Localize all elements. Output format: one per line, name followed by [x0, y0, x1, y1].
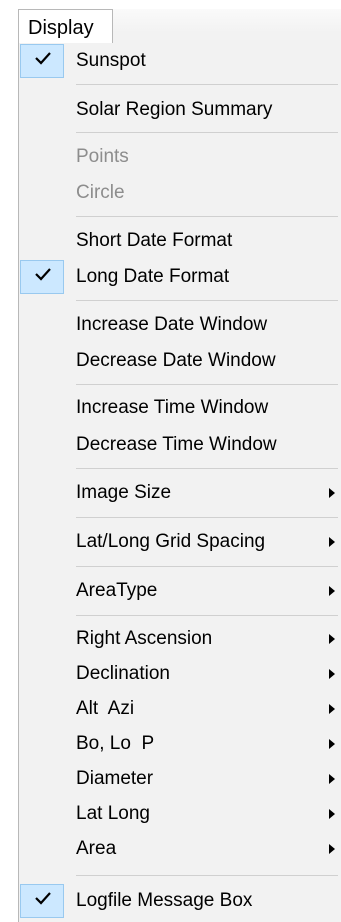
menu-item-area-type[interactable]: AreaType [20, 574, 340, 608]
menu-item-label: Lat Long [76, 803, 150, 824]
menu-item-label: Points [76, 146, 129, 167]
submenu-arrow-icon [329, 844, 335, 854]
app-window: Display Sunspot Solar Region Summary Poi… [0, 0, 341, 922]
menu-separator [76, 300, 338, 301]
menu-item-bo-lo-p[interactable]: Bo, Lo P [20, 727, 340, 761]
menu-separator [76, 517, 338, 518]
menu-item-lat-long-grid-spacing[interactable]: Lat/Long Grid Spacing [20, 525, 340, 559]
menu-item-label: Sunspot [76, 50, 146, 71]
menu-item-diameter[interactable]: Diameter [20, 762, 340, 796]
menu-item-label: Increase Time Window [76, 397, 269, 418]
menu-separator [76, 384, 338, 385]
checkmark-icon [20, 44, 64, 78]
menu-item-label: Area [76, 838, 117, 859]
menu-item-increase-date-window[interactable]: Increase Date Window [20, 308, 340, 342]
menu-item-increase-time-window[interactable]: Increase Time Window [20, 391, 340, 425]
menu-display-tab[interactable]: Display [18, 9, 113, 43]
menu-item-sunspot[interactable]: Sunspot [20, 44, 340, 78]
checkmark-icon [20, 884, 64, 918]
submenu-arrow-icon [329, 669, 335, 679]
menu-item-label: Image Size [76, 482, 172, 503]
submenu-arrow-icon [329, 537, 335, 547]
menu-item-label: Short Date Format [76, 230, 233, 251]
menu-item-label: Long Date Format [76, 266, 230, 287]
menu-item-label: Logfile Message Box [76, 890, 253, 911]
menu-item-area[interactable]: Area [20, 832, 340, 866]
menu-item-label: Right Ascension [76, 628, 213, 649]
menu-item-image-size[interactable]: Image Size [20, 476, 340, 510]
menu-item-label: Diameter [76, 768, 154, 789]
submenu-arrow-icon [329, 488, 335, 498]
menu-separator [76, 468, 338, 469]
menu-title: Display [28, 17, 94, 39]
menu-separator [76, 875, 338, 876]
menu-separator [76, 615, 338, 616]
menu-item-decrease-time-window[interactable]: Decrease Time Window [20, 428, 340, 462]
menu-item-label: AreaType [76, 580, 158, 601]
menu-item-declination[interactable]: Declination [20, 657, 340, 691]
submenu-arrow-icon [329, 809, 335, 819]
menu-item-points: Points [20, 140, 340, 174]
submenu-arrow-icon [329, 586, 335, 596]
menu-item-label: Solar Region Summary [76, 99, 273, 120]
menu-item-short-date-format[interactable]: Short Date Format [20, 224, 340, 258]
submenu-arrow-icon [329, 634, 335, 644]
menu-item-alt-azi[interactable]: Alt Azi [20, 692, 340, 726]
menu-separator [76, 132, 338, 133]
menu-item-lat-long[interactable]: Lat Long [20, 797, 340, 831]
menu-item-label: Increase Date Window [76, 314, 268, 335]
menu-item-label: Bo, Lo P [76, 733, 155, 754]
menu-separator [76, 566, 338, 567]
submenu-arrow-icon [329, 704, 335, 714]
menu-item-label: Decrease Time Window [76, 434, 277, 455]
menu-item-label: Declination [76, 663, 170, 684]
menu-item-label: Lat/Long Grid Spacing [76, 531, 266, 552]
menu-item-logfile-message-box[interactable]: Logfile Message Box [20, 884, 340, 918]
checkmark-icon [20, 260, 64, 294]
menu-item-solar-region-summary[interactable]: Solar Region Summary [20, 93, 340, 127]
menu-item-label: Alt Azi [76, 698, 135, 719]
menu-separator [76, 216, 338, 217]
menu-separator [76, 84, 338, 85]
submenu-arrow-icon [329, 739, 335, 749]
submenu-arrow-icon [329, 774, 335, 784]
menubar-strip [113, 9, 341, 33]
menu-item-decrease-date-window[interactable]: Decrease Date Window [20, 344, 340, 378]
menu-item-right-ascension[interactable]: Right Ascension [20, 622, 340, 656]
menu-item-label: Decrease Date Window [76, 350, 276, 371]
menu-item-label: Circle [76, 182, 125, 203]
menu-item-long-date-format[interactable]: Long Date Format [20, 260, 340, 294]
menu-item-circle: Circle [20, 176, 340, 210]
